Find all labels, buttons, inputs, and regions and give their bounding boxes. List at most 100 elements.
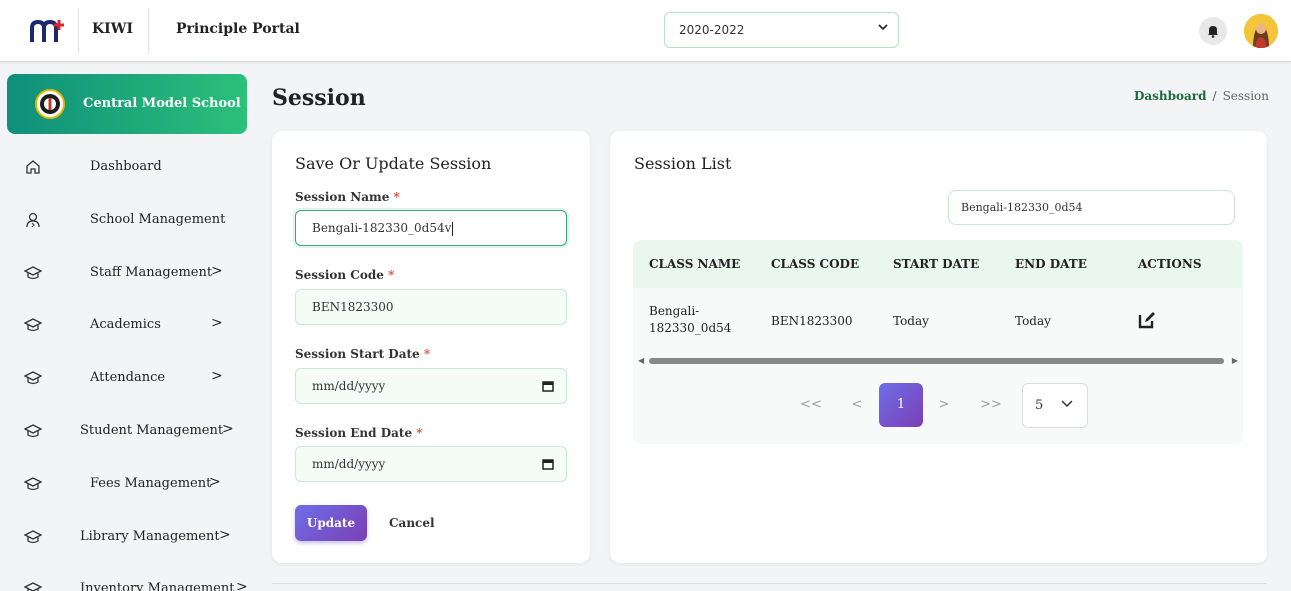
chevron-right-icon: > <box>211 262 223 279</box>
update-button[interactable]: Update <box>295 505 367 541</box>
required-mark: * <box>423 347 431 361</box>
notification-button[interactable] <box>1199 17 1227 45</box>
breadcrumb: Dashboard / Session <box>1134 89 1269 103</box>
sidebar-item-school-management[interactable]: School Management <box>0 195 250 248</box>
user-icon <box>26 212 40 228</box>
required-mark: * <box>416 426 423 440</box>
list-title: Session List <box>634 154 732 173</box>
top-bar: KIWI Principle Portal 2020-2022 <box>0 0 1291 62</box>
brand-divider <box>78 8 79 54</box>
session-name-input[interactable]: Bengali-182330_0d54v <box>295 210 567 246</box>
table-header: CLASS NAME CLASS CODE START DATE END DAT… <box>633 240 1243 288</box>
next-page-button[interactable]: > <box>934 383 954 427</box>
cell-start-date: Today <box>893 314 929 328</box>
session-start-date-input[interactable]: mm/dd/yyyy <box>295 368 567 404</box>
scrollbar-thumb[interactable] <box>649 358 1224 364</box>
page-size-value: 5 <box>1035 398 1044 413</box>
session-start-date-label-text: Session Start Date <box>295 347 420 361</box>
graduation-cap-icon <box>24 529 42 543</box>
session-start-date-value: mm/dd/yyyy <box>312 379 386 393</box>
cell-end-date: Today <box>1015 314 1051 328</box>
sidebar-item-dashboard[interactable]: Dashboard <box>0 142 250 195</box>
breadcrumb-current: Session <box>1222 89 1269 103</box>
column-header-start-date[interactable]: START DATE <box>893 257 979 271</box>
sidebar-item-label: School Management <box>90 211 226 227</box>
avatar-image <box>1244 14 1278 48</box>
session-list-card: Session List Bengali-182330_0d54 CLASS N… <box>610 131 1267 563</box>
academic-year-value: 2020-2022 <box>679 23 745 37</box>
chevron-right-icon: > <box>211 368 223 385</box>
session-search-value: Bengali-182330_0d54 <box>961 201 1083 214</box>
portal-name: Principle Portal <box>176 21 300 37</box>
page-1-button[interactable]: 1 <box>879 383 923 427</box>
sidebar-item-attendance[interactable]: Attendance > <box>0 353 250 406</box>
edit-icon[interactable] <box>1137 310 1157 330</box>
sidebar-item-label: Student Management <box>80 422 224 438</box>
required-mark: * <box>393 190 400 204</box>
sidebar-item-academics[interactable]: Academics > <box>0 300 250 353</box>
column-header-class-name[interactable]: CLASS NAME <box>649 257 740 271</box>
academic-year-select[interactable]: 2020-2022 <box>664 12 899 48</box>
brand-name: KIWI <box>92 21 133 37</box>
session-search-input[interactable]: Bengali-182330_0d54 <box>948 190 1235 225</box>
session-end-date-label: Session End Date * <box>295 426 423 440</box>
calendar-icon[interactable] <box>542 380 554 392</box>
sidebar-item-student-management[interactable]: Student Management > <box>0 406 250 459</box>
session-name-label-text: Session Name <box>295 190 390 204</box>
first-page-button[interactable]: << <box>798 383 824 427</box>
content-footer-divider <box>272 583 1267 584</box>
sidebar-item-inventory-management[interactable]: Inventory Management > <box>0 564 250 591</box>
user-avatar[interactable] <box>1244 14 1278 48</box>
graduation-cap-icon <box>24 371 42 385</box>
sidebar-item-library-management[interactable]: Library Management > <box>0 512 250 565</box>
session-end-date-value: mm/dd/yyyy <box>312 457 386 471</box>
session-code-label: Session Code * <box>295 268 394 282</box>
sidebar-item-fees-management[interactable]: Fees Management > <box>0 459 250 512</box>
school-card[interactable]: Central Model School <box>7 74 247 134</box>
form-title: Save Or Update Session <box>295 154 492 173</box>
prev-page-button[interactable]: < <box>847 383 867 427</box>
session-start-date-label: Session Start Date * <box>295 347 430 361</box>
portal-divider <box>148 8 149 54</box>
sidebar-item-label: Staff Management <box>90 264 213 280</box>
chevron-right-icon: > <box>222 420 234 437</box>
graduation-cap-icon <box>24 477 42 490</box>
session-name-value: Bengali-182330_0d54v <box>312 221 452 235</box>
scroll-left-icon[interactable]: ◀ <box>638 356 644 365</box>
column-header-class-code[interactable]: CLASS CODE <box>771 257 859 271</box>
page-size-select[interactable]: 5 <box>1022 383 1088 428</box>
session-code-input[interactable]: BEN1823300 <box>295 289 567 325</box>
chevron-right-icon: > <box>219 526 231 543</box>
chevron-right-icon: > <box>209 473 221 490</box>
text-cursor <box>452 221 454 236</box>
session-form-card: Save Or Update Session Session Name * Be… <box>272 131 590 563</box>
sidebar-item-label: Inventory Management <box>80 581 235 591</box>
cancel-button[interactable]: Cancel <box>389 505 435 541</box>
calendar-icon[interactable] <box>542 458 554 470</box>
breadcrumb-separator: / <box>1212 89 1217 103</box>
session-table: CLASS NAME CLASS CODE START DATE END DAT… <box>633 240 1243 444</box>
cell-class-code: BEN1823300 <box>771 314 853 328</box>
breadcrumb-dashboard-link[interactable]: Dashboard <box>1134 89 1207 103</box>
chevron-right-icon: > <box>211 315 223 332</box>
last-page-button[interactable]: >> <box>978 383 1004 427</box>
session-code-value: BEN1823300 <box>312 300 394 314</box>
column-header-end-date[interactable]: END DATE <box>1015 257 1087 271</box>
horizontal-scrollbar[interactable]: ◀ ▶ <box>633 356 1243 366</box>
session-code-label-text: Session Code <box>295 268 384 282</box>
chevron-down-icon <box>878 13 888 47</box>
scroll-right-icon[interactable]: ▶ <box>1232 356 1238 365</box>
school-name: Central Model School <box>83 96 241 111</box>
session-end-date-label-text: Session End Date <box>295 426 413 440</box>
session-end-date-input[interactable]: mm/dd/yyyy <box>295 446 567 482</box>
graduation-cap-icon <box>24 318 42 332</box>
chevron-down-icon <box>1061 384 1073 427</box>
sidebar-item-staff-management[interactable]: Staff Management > <box>0 248 250 301</box>
sidebar-item-label: Academics <box>90 317 161 333</box>
required-mark: * <box>388 268 395 282</box>
session-name-label: Session Name * <box>295 190 400 204</box>
home-icon <box>26 160 40 174</box>
sidebar-item-label: Dashboard <box>90 159 162 174</box>
graduation-cap-icon <box>24 265 42 279</box>
app-logo[interactable] <box>30 18 66 44</box>
